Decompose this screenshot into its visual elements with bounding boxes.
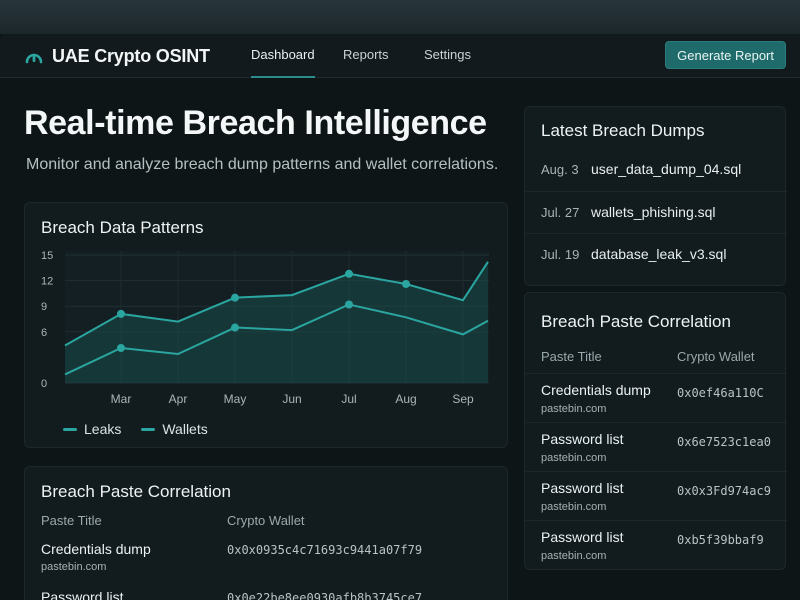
paste-correlation-card: Breach Paste Correlation Paste Title Cry… bbox=[24, 466, 508, 600]
x-tick-label: Jul bbox=[341, 392, 356, 406]
data-point-wallets bbox=[231, 323, 239, 332]
dump-file[interactable]: wallets_phishing.sql bbox=[591, 204, 716, 220]
table-row[interactable]: Password list pastebin.com 0x0x3Fd974ac9 bbox=[525, 471, 787, 520]
y-tick-label: 0 bbox=[41, 378, 47, 390]
table-row[interactable]: Password list pastebin.com 0xb5f39bbaf9 bbox=[525, 520, 787, 569]
dump-date: Jul. 27 bbox=[541, 205, 580, 220]
x-tick-label: Aug bbox=[395, 392, 416, 406]
legend-label: Wallets bbox=[162, 421, 208, 437]
data-point-leaks bbox=[231, 293, 239, 302]
browser-top-strip bbox=[0, 0, 800, 34]
table-row[interactable]: Password list pastebin.com 0x6e7523c1ea0 bbox=[525, 422, 787, 471]
paste-title: Password list bbox=[541, 431, 624, 447]
paste-correlation-side-card: Breach Paste Correlation Paste Title Cry… bbox=[524, 292, 787, 570]
data-point-leaks bbox=[117, 309, 125, 318]
table-row[interactable]: Credentials dump pastebin.com 0x0ef46a11… bbox=[525, 373, 787, 422]
paste-source: pastebin.com bbox=[541, 403, 607, 415]
wallet-address: 0x0ef46a110C bbox=[677, 386, 764, 400]
paste-source: pastebin.com bbox=[41, 561, 107, 573]
x-tick-label: Sep bbox=[452, 392, 474, 406]
wallet-address: 0x6e7523c1ea0 bbox=[677, 435, 771, 449]
paste-title: Credentials dump bbox=[541, 382, 651, 398]
col-head-paste-title: Paste Title bbox=[41, 513, 102, 528]
card-title: Latest Breach Dumps bbox=[541, 121, 705, 140]
paste-title: Password list bbox=[541, 480, 624, 496]
list-item[interactable]: Jul. 27 wallets_phishing.sql bbox=[525, 191, 787, 233]
dump-file[interactable]: user_data_dump_04.sql bbox=[591, 161, 741, 177]
tab-dashboard[interactable]: Dashboard bbox=[251, 34, 315, 78]
chart-legend: Leaks Wallets bbox=[63, 421, 208, 437]
paste-source: pastebin.com bbox=[541, 501, 607, 513]
wallet-address: 0xb5f39bbaf9 bbox=[677, 533, 764, 547]
paste-source: pastebin.com bbox=[541, 550, 607, 562]
card-title: Breach Paste Correlation bbox=[41, 482, 231, 501]
y-tick-label: 9 bbox=[41, 301, 47, 313]
dump-date: Jul. 19 bbox=[541, 247, 580, 262]
page-title: Real-time Breach Intelligence bbox=[24, 104, 487, 142]
data-point-leaks bbox=[402, 280, 410, 289]
x-tick-label: May bbox=[224, 392, 247, 406]
top-navbar: UAE Crypto OSINT Dashboard Reports Setti… bbox=[0, 34, 800, 78]
legend-item-wallets: Wallets bbox=[141, 421, 208, 437]
data-point-wallets bbox=[117, 344, 125, 353]
legend-swatch bbox=[63, 427, 77, 431]
breach-patterns-chart: 0 6 9 12 15 Mar Apr May Jun Jul Aug Sep bbox=[41, 250, 489, 406]
paste-title: Password list bbox=[41, 589, 124, 600]
legend-item-leaks: Leaks bbox=[63, 421, 121, 437]
generate-report-button[interactable]: Generate Report bbox=[665, 41, 786, 69]
paste-title: Password list bbox=[541, 529, 624, 545]
data-point-wallets bbox=[345, 300, 353, 309]
dump-file[interactable]: database_leak_v3.sql bbox=[591, 246, 726, 262]
list-item[interactable]: Aug. 3 user_data_dump_04.sql bbox=[525, 149, 787, 191]
tab-settings[interactable]: Settings bbox=[424, 34, 471, 78]
card-title: Breach Paste Correlation bbox=[541, 312, 731, 331]
radar-dome-icon bbox=[25, 53, 43, 64]
paste-source: pastebin.com bbox=[541, 452, 607, 464]
paste-title: Credentials dump bbox=[41, 541, 151, 557]
legend-swatch bbox=[141, 427, 156, 431]
dump-date: Aug. 3 bbox=[541, 162, 579, 177]
data-point-leaks bbox=[345, 269, 353, 278]
brand[interactable]: UAE Crypto OSINT bbox=[24, 34, 210, 78]
list-item[interactable]: Jul. 19 database_leak_v3.sql bbox=[525, 233, 787, 275]
x-tick-label: Apr bbox=[169, 392, 188, 406]
latest-dumps-card: Latest Breach Dumps Aug. 3 user_data_dum… bbox=[524, 106, 787, 286]
y-tick-label: 6 bbox=[41, 327, 47, 339]
page-subtitle: Monitor and analyze breach dump patterns… bbox=[26, 156, 499, 173]
wallet-address: 0x0x3Fd974ac9 bbox=[677, 484, 771, 498]
col-head-paste-title: Paste Title bbox=[541, 349, 602, 364]
x-tick-label: Mar bbox=[111, 392, 132, 406]
x-tick-label: Jun bbox=[282, 392, 301, 406]
y-tick-label: 15 bbox=[41, 250, 53, 262]
col-head-crypto-wallet: Crypto Wallet bbox=[677, 349, 755, 364]
tab-reports[interactable]: Reports bbox=[343, 34, 389, 78]
wallet-address: 0x0e22be8ee0930afb8b3745ce7 bbox=[227, 591, 423, 600]
wallet-address: 0x0x0935c4c71693c9441a07f79 bbox=[227, 543, 423, 557]
legend-label: Leaks bbox=[84, 421, 122, 437]
y-tick-label: 12 bbox=[41, 276, 53, 288]
brand-name: UAE Crypto OSINT bbox=[52, 45, 210, 66]
col-head-crypto-wallet: Crypto Wallet bbox=[227, 513, 305, 528]
breach-patterns-card: Breach Data Patterns 0 6 9 12 15 Mar Apr May Jun… bbox=[24, 202, 508, 448]
